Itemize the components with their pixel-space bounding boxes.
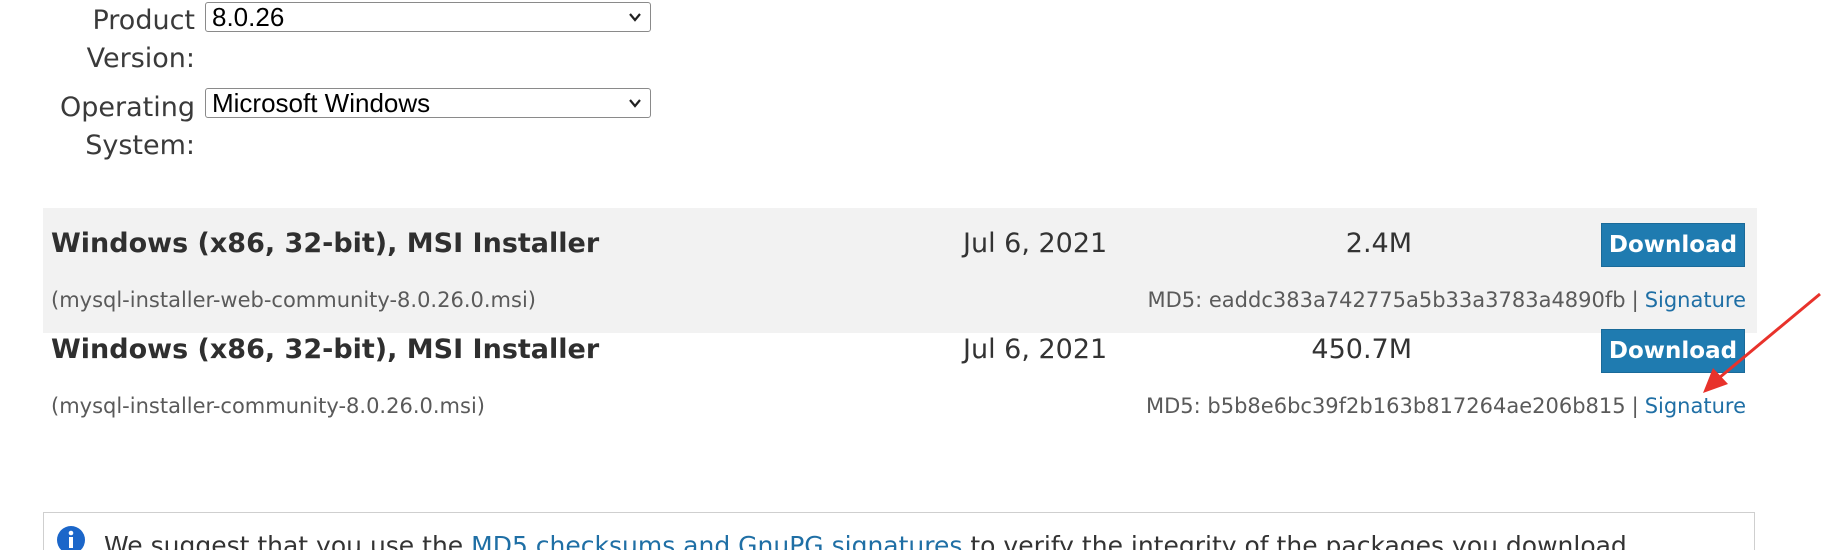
product-version-label-text: Product Version: xyxy=(86,5,195,74)
file-name: (mysql-installer-web-community-8.0.26.0.… xyxy=(51,288,536,312)
release-date: Jul 6, 2021 xyxy=(963,228,1108,259)
product-version-select[interactable]: 8.0.26 xyxy=(205,2,651,32)
signature-link[interactable]: Signature xyxy=(1645,288,1746,312)
notice-text-before: We suggest that you use the xyxy=(104,531,472,550)
package-name: Windows (x86, 32-bit), MSI Installer xyxy=(51,228,600,259)
info-icon xyxy=(57,526,85,550)
md5-checksum: MD5: eaddc383a742775a5b33a3783a4890fb xyxy=(1147,288,1626,312)
md5-line: MD5: eaddc383a742775a5b33a3783a4890fb | Si… xyxy=(1147,288,1746,312)
operating-system-value: Microsoft Windows xyxy=(212,88,431,118)
verify-notice: We suggest that you use the MD5 checksum… xyxy=(43,512,1755,550)
md5-line: MD5: b5b8e6bc39f2b163b817264ae206b815 | Si… xyxy=(1146,394,1746,418)
download-button[interactable]: Download xyxy=(1601,329,1745,373)
operating-system-label: Operating System: xyxy=(60,89,195,165)
release-date: Jul 6, 2021 xyxy=(963,334,1108,365)
download-button[interactable]: Download xyxy=(1601,223,1745,267)
file-size: 2.4M xyxy=(1345,228,1412,259)
md5-checksum: MD5: b5b8e6bc39f2b163b817264ae206b815 xyxy=(1146,394,1626,418)
chevron-down-icon xyxy=(629,99,641,108)
file-size: 450.7M xyxy=(1311,334,1412,365)
separator: | xyxy=(1631,288,1639,312)
download-row: Windows (x86, 32-bit), MSI Installer Jul… xyxy=(43,314,1757,439)
download-page: Product Version: 8.0.26 Operating System… xyxy=(0,0,1846,550)
notice-text: We suggest that you use the MD5 checksum… xyxy=(104,531,1635,550)
chevron-down-icon xyxy=(629,13,641,22)
product-version-label: Product Version: xyxy=(60,2,195,78)
notice-text-after: to verify the integrity of the packages … xyxy=(962,531,1635,550)
file-name: (mysql-installer-community-8.0.26.0.msi) xyxy=(51,394,485,418)
separator: | xyxy=(1631,394,1639,418)
checksums-link[interactable]: MD5 checksums and GnuPG signatures xyxy=(471,531,962,550)
signature-link[interactable]: Signature xyxy=(1645,394,1746,418)
package-name: Windows (x86, 32-bit), MSI Installer xyxy=(51,334,600,365)
product-version-value: 8.0.26 xyxy=(212,2,285,32)
operating-system-label-text: Operating System: xyxy=(60,92,195,161)
operating-system-select[interactable]: Microsoft Windows xyxy=(205,88,651,118)
